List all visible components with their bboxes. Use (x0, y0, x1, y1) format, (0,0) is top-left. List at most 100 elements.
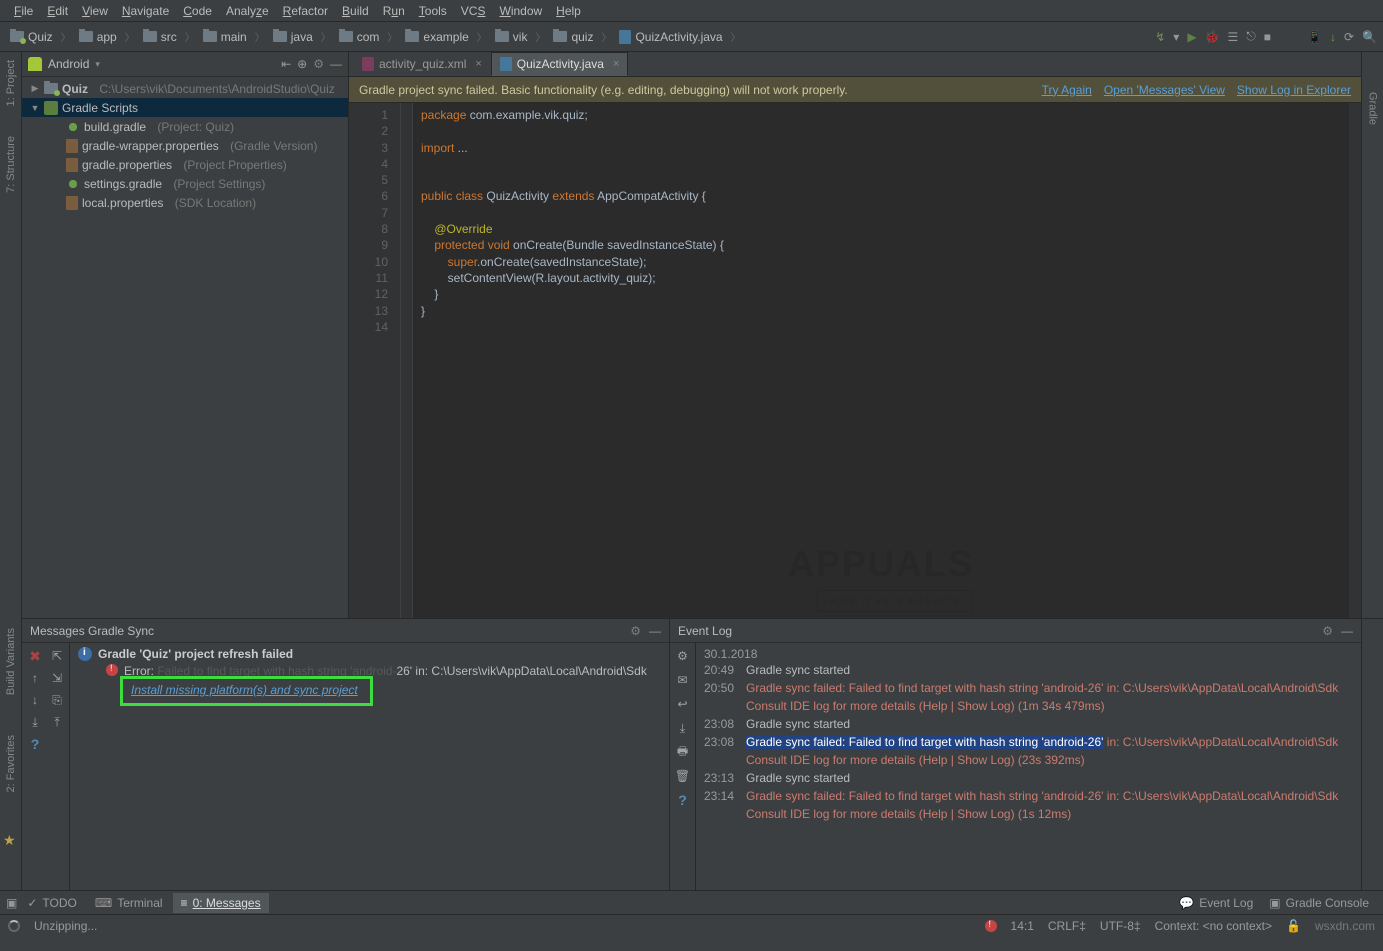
tab-favorites[interactable]: 2: Favorites (5, 735, 17, 792)
banner-try-again-link[interactable]: Try Again (1042, 83, 1092, 97)
code-marker-strip[interactable] (1349, 103, 1361, 618)
tab-terminal[interactable]: ⌨ Terminal (87, 893, 171, 913)
stop-icon[interactable]: ■ (1264, 30, 1271, 44)
right-tool-strip: Gradle (1361, 52, 1383, 618)
collapse-all-icon[interactable]: ⇤ (281, 57, 291, 71)
gear-icon[interactable]: ⚙ (630, 624, 641, 638)
tab-todo[interactable]: ✓ TODO (19, 893, 85, 913)
avd-manager-icon[interactable]: 📱 (1307, 30, 1322, 44)
banner-open-messages-link[interactable]: Open 'Messages' View (1104, 83, 1225, 97)
lock-icon[interactable]: 🔓 (1286, 919, 1301, 933)
tab-gradle[interactable]: Gradle (1367, 92, 1379, 125)
filter-icon[interactable]: ⎘ (48, 691, 66, 709)
sdk-manager-icon[interactable] (1330, 30, 1336, 44)
run-icon[interactable]: ▶ (1187, 30, 1196, 44)
debug-icon[interactable]: 🐞 (1205, 30, 1220, 44)
menu-view[interactable]: View (76, 2, 114, 20)
menu-tools[interactable]: Tools (413, 2, 453, 20)
expand-all-icon[interactable]: ⇱ (48, 647, 66, 665)
tab-gradle-console[interactable]: ▣ Gradle Console (1261, 893, 1377, 913)
tab-structure[interactable]: 7: Structure (5, 136, 17, 193)
error-status-icon[interactable] (985, 920, 997, 932)
gear-icon[interactable]: ⚙ (313, 57, 324, 71)
menu-refactor[interactable]: Refactor (277, 2, 334, 20)
close-tab-icon[interactable]: × (613, 58, 619, 70)
hide-icon[interactable]: — (1341, 624, 1353, 638)
down-icon[interactable]: ↓ (26, 691, 44, 709)
sync-gradle-icon[interactable]: ⟳ (1344, 30, 1354, 44)
menu-build[interactable]: Build (336, 2, 375, 20)
code-content[interactable]: package com.example.vik.quiz; import ...… (413, 103, 1349, 618)
help-icon[interactable]: ? (674, 791, 692, 809)
crumb-main[interactable]: main (199, 27, 269, 46)
tab-activity-quiz-xml[interactable]: activity_quiz.xml× (353, 52, 491, 76)
event-log-content[interactable]: 30.1.2018 20:49Gradle sync started20:50G… (696, 643, 1361, 890)
autoscroll-icon[interactable]: ⤒ (48, 713, 66, 731)
crumb-quiz-pkg[interactable]: quiz (549, 27, 615, 46)
hide-icon[interactable]: — (649, 624, 661, 638)
crumb-file[interactable]: QuizActivity.java (615, 27, 744, 46)
project-view-selector[interactable]: Android (48, 57, 89, 71)
tool-window-toggle-icon[interactable]: ▣ (6, 896, 17, 910)
menu-analyze[interactable]: Analyze (220, 2, 275, 20)
tab-project[interactable]: 1: Project (5, 60, 17, 106)
tab-event-log[interactable]: 💬 Event Log (1171, 893, 1261, 913)
banner-show-log-link[interactable]: Show Log in Explorer (1237, 83, 1351, 97)
install-missing-platform-link[interactable]: Install missing platform(s) and sync pro… (131, 683, 358, 697)
mark-read-icon[interactable]: ✉ (674, 671, 692, 689)
messages-content[interactable]: Gradle 'Quiz' project refresh failed Err… (70, 643, 669, 890)
target-icon[interactable]: ⊕ (297, 57, 307, 71)
help-icon[interactable]: ? (26, 735, 44, 753)
tree-build-gradle[interactable]: build.gradle (Project: Quiz) (22, 117, 348, 136)
crumb-app[interactable]: app (75, 27, 139, 46)
context-selector[interactable]: Context: <no context> (1155, 919, 1272, 933)
close-icon[interactable]: ✖ (26, 647, 44, 665)
caret-position[interactable]: 14:1 (1011, 919, 1034, 933)
soft-wrap-icon[interactable]: ↩ (674, 695, 692, 713)
menu-help[interactable]: Help (550, 2, 587, 20)
menu-run[interactable]: Run (377, 2, 411, 20)
tab-messages[interactable]: ≡ 0: Messages (173, 893, 269, 913)
tree-gradle-props[interactable]: gradle.properties (Project Properties) (22, 155, 348, 174)
profile-icon[interactable]: ☰ (1228, 30, 1239, 44)
settings-icon[interactable]: ⚙ (674, 647, 692, 665)
tab-build-variants[interactable]: Build Variants (5, 628, 17, 695)
menu-code[interactable]: Code (177, 2, 218, 20)
search-everywhere-icon[interactable]: 🔍 (1362, 30, 1377, 44)
clear-icon[interactable]: 🗑 (674, 767, 692, 785)
tree-local-props[interactable]: local.properties (SDK Location) (22, 193, 348, 212)
hide-icon[interactable]: — (330, 57, 342, 71)
tab-quizactivity-java[interactable]: QuizActivity.java× (491, 52, 629, 76)
project-tree[interactable]: ▶ Quiz C:\Users\vik\Documents\AndroidStu… (22, 77, 348, 618)
up-icon[interactable]: ↑ (26, 669, 44, 687)
crumb-com[interactable]: com (335, 27, 402, 46)
crumb-vik[interactable]: vik (491, 27, 550, 46)
fold-gutter[interactable] (401, 103, 413, 618)
file-encoding[interactable]: UTF-8‡ (1100, 919, 1141, 933)
tree-gradle-scripts[interactable]: ▼ Gradle Scripts (22, 98, 348, 117)
close-tab-icon[interactable]: × (475, 58, 481, 70)
tree-root[interactable]: ▶ Quiz C:\Users\vik\Documents\AndroidStu… (22, 79, 348, 98)
crumb-example[interactable]: example (401, 27, 490, 46)
crumb-quiz[interactable]: Quiz (6, 27, 75, 46)
scroll-end-icon[interactable]: ⤓ (674, 719, 692, 737)
run-config-dropdown[interactable]: ▾ (1173, 30, 1179, 44)
crumb-src[interactable]: src (139, 27, 199, 46)
menu-vcs[interactable]: VCS (455, 2, 492, 20)
menu-edit[interactable]: Edit (41, 2, 74, 20)
tree-wrapper-props[interactable]: gradle-wrapper.properties (Gradle Versio… (22, 136, 348, 155)
menu-window[interactable]: Window (493, 2, 548, 20)
navigation-bar: Quiz app src main java com example vik q… (0, 22, 1383, 52)
tree-settings-gradle[interactable]: settings.gradle (Project Settings) (22, 174, 348, 193)
collapse-all-icon[interactable]: ⇲ (48, 669, 66, 687)
gear-icon[interactable]: ⚙ (1322, 624, 1333, 638)
menu-file[interactable]: File (8, 2, 39, 20)
menu-navigate[interactable]: Navigate (116, 2, 175, 20)
crumb-java[interactable]: java (269, 27, 335, 46)
print-icon[interactable]: 🖶 (674, 743, 692, 761)
code-editor[interactable]: 1234567891011121314 package com.example.… (349, 103, 1361, 618)
line-separator[interactable]: CRLF‡ (1048, 919, 1086, 933)
attach-debugger-icon[interactable]: ⎋ (1246, 29, 1256, 44)
make-project-icon[interactable]: ↯ (1155, 30, 1165, 44)
export-icon[interactable]: ⤓ (26, 713, 44, 731)
